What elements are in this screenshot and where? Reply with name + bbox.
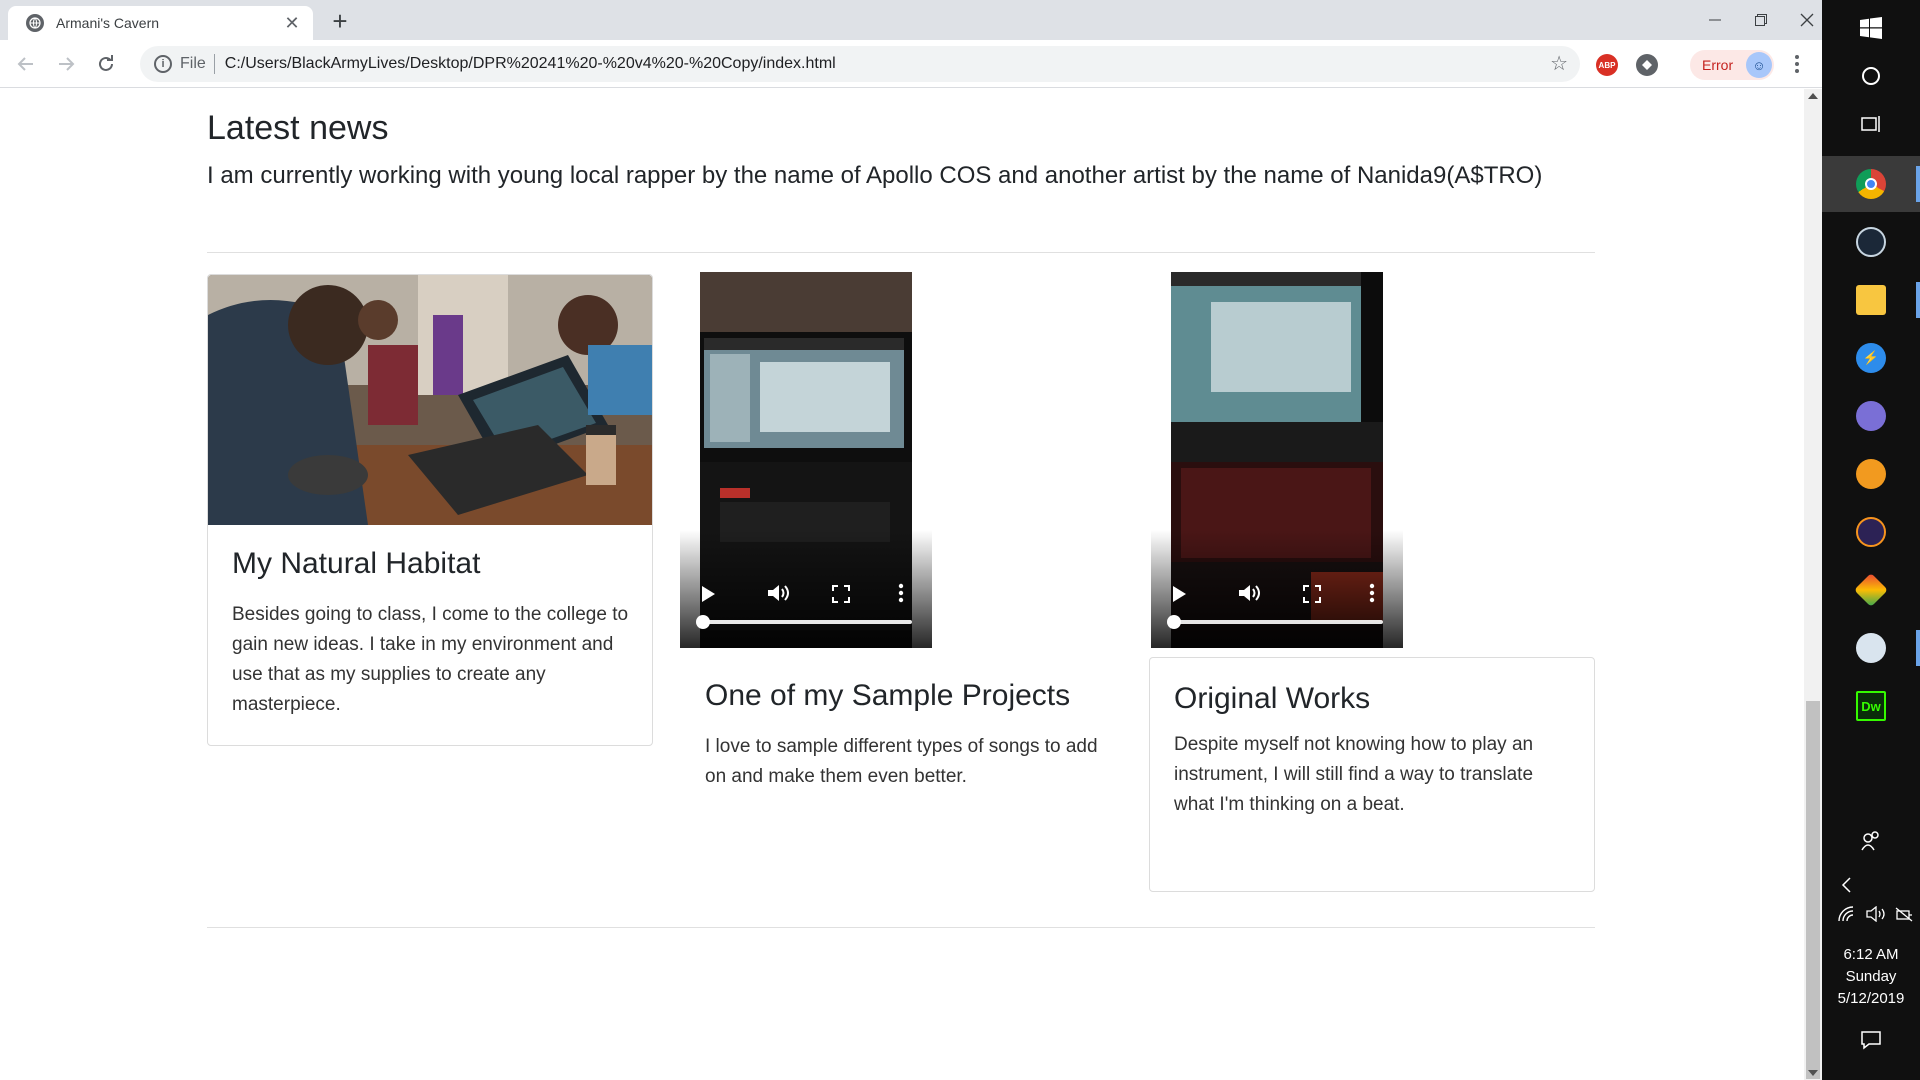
people-icon[interactable] [1860,830,1882,856]
globe-icon [26,14,44,32]
card-natural-habitat: My Natural Habitat Besides going to clas… [207,274,653,746]
chrome-icon [1856,169,1886,199]
video-sample-project[interactable] [680,272,932,648]
tab-strip: Armani's Cavern ✕ + [0,0,1822,40]
lead-paragraph: I am currently working with young local … [207,162,1543,189]
taskbar-bittorrent[interactable] [1822,388,1920,444]
taskbar-steam[interactable] [1822,214,1920,270]
paint-palette-icon [1856,633,1886,663]
browser-window: Armani's Cavern ✕ + i File C:/Users/Blac… [0,0,1822,1080]
video-controls [1151,530,1403,648]
taskbar-file-explorer[interactable] [1822,272,1920,328]
lightning-icon: ⚡ [1856,343,1886,373]
url-text[interactable]: C:/Users/BlackArmyLives/Desktop/DPR%2024… [225,55,836,73]
address-bar[interactable]: i File C:/Users/BlackArmyLives/Desktop/D… [140,46,1580,82]
tab-title: Armani's Cavern [56,15,160,31]
video-progress-knob[interactable] [1167,615,1181,629]
forward-button[interactable] [52,50,80,78]
card-photo [208,275,652,525]
scrollbar-thumb[interactable] [1806,701,1820,1079]
taskbar-fl-studio[interactable] [1822,446,1920,502]
eclipse-icon [1856,517,1886,547]
diamond-icon [1854,573,1888,607]
fullscreen-icon[interactable] [1303,585,1321,603]
card-text: I love to sample different types of song… [705,736,1098,787]
clock-date: 5/12/2019 [1837,990,1905,1007]
video-progress-bar[interactable] [696,615,912,629]
video-more-icon[interactable] [898,583,904,603]
volume-icon[interactable] [1237,583,1261,603]
clock-day: Sunday [1845,968,1897,985]
video-more-icon[interactable] [1369,583,1375,603]
url-separator [213,54,215,74]
avatar: ☺ [1746,52,1772,78]
play-icon[interactable] [700,585,716,603]
volume-icon[interactable] [766,583,790,603]
video-original-works[interactable] [1151,272,1403,648]
taskbar-app-diamond[interactable] [1822,562,1920,618]
dreamweaver-icon: Dw [1856,691,1886,721]
reload-button[interactable] [92,50,120,78]
divider-top [207,252,1595,253]
taskbar-chrome[interactable] [1822,156,1920,212]
taskbar-dreamweaver[interactable]: Dw [1822,678,1920,734]
card-text: Despite myself not knowing how to play a… [1174,734,1534,815]
bookmark-star-icon[interactable]: ☆ [1550,53,1568,75]
system-clock[interactable]: 6:12 AM Sunday 5/12/2019 [1822,944,1920,1010]
info-icon[interactable]: i [154,55,172,73]
running-indicator [1916,282,1920,318]
show-hidden-icons-chevron-icon[interactable] [1840,876,1852,898]
fullscreen-icon[interactable] [832,585,850,603]
restore-button[interactable] [1738,6,1784,34]
action-center-icon[interactable] [1860,1030,1882,1054]
folder-icon [1856,285,1886,315]
fl-studio-icon [1856,459,1886,489]
steam-icon [1856,227,1886,257]
new-tab-button[interactable]: + [326,8,354,36]
scroll-down-arrow-icon[interactable] [1808,1070,1818,1076]
taskbar-app-blue[interactable]: ⚡ [1822,330,1920,386]
page-viewport: Latest news I am currently working with … [0,89,1804,1080]
card-title: My Natural Habitat [232,547,481,580]
video-progress-knob[interactable] [696,615,710,629]
windows-taskbar: ⚡ Dw 6:12 AM Sunday 5/12/2019 [1822,0,1920,1080]
tab-active[interactable]: Armani's Cavern ✕ [8,6,313,40]
scroll-up-arrow-icon[interactable] [1808,93,1818,99]
tab-close-icon[interactable]: ✕ [283,14,301,32]
power-plug-icon[interactable] [1894,906,1914,926]
wifi-icon[interactable] [1838,906,1858,926]
card-title: Original Works [1174,682,1371,715]
profile-error-label: Error [1702,57,1734,73]
page-title: Latest news [207,109,389,147]
extension-icon[interactable] [1636,54,1658,76]
active-indicator [1916,166,1920,202]
profile-error-chip[interactable]: Error ☺ [1690,50,1774,80]
speaker-icon[interactable] [1866,905,1886,926]
video-controls [680,530,932,648]
page-scrollbar[interactable] [1804,89,1822,1080]
running-indicator [1916,630,1920,666]
taskbar-paint[interactable] [1822,620,1920,676]
card-title: One of my Sample Projects [705,679,1071,712]
url-scheme: File [180,55,206,72]
bittorrent-icon [1856,401,1886,431]
card-original-works: Original Works Despite myself not knowin… [1149,657,1595,892]
browser-toolbar: i File C:/Users/BlackArmyLives/Desktop/D… [0,40,1822,88]
back-button[interactable] [12,50,40,78]
card-text: Besides going to class, I come to the co… [232,604,629,715]
adblock-extension-icon[interactable]: ABP [1596,54,1618,76]
clock-time: 6:12 AM [1843,946,1899,963]
task-view-button[interactable] [1822,96,1920,152]
minimize-button[interactable] [1692,6,1738,34]
menu-kebab-icon[interactable] [1790,50,1804,78]
divider-bottom [207,927,1595,928]
taskbar-eclipse[interactable] [1822,504,1920,560]
video-progress-bar[interactable] [1167,615,1383,629]
play-icon[interactable] [1171,585,1187,603]
